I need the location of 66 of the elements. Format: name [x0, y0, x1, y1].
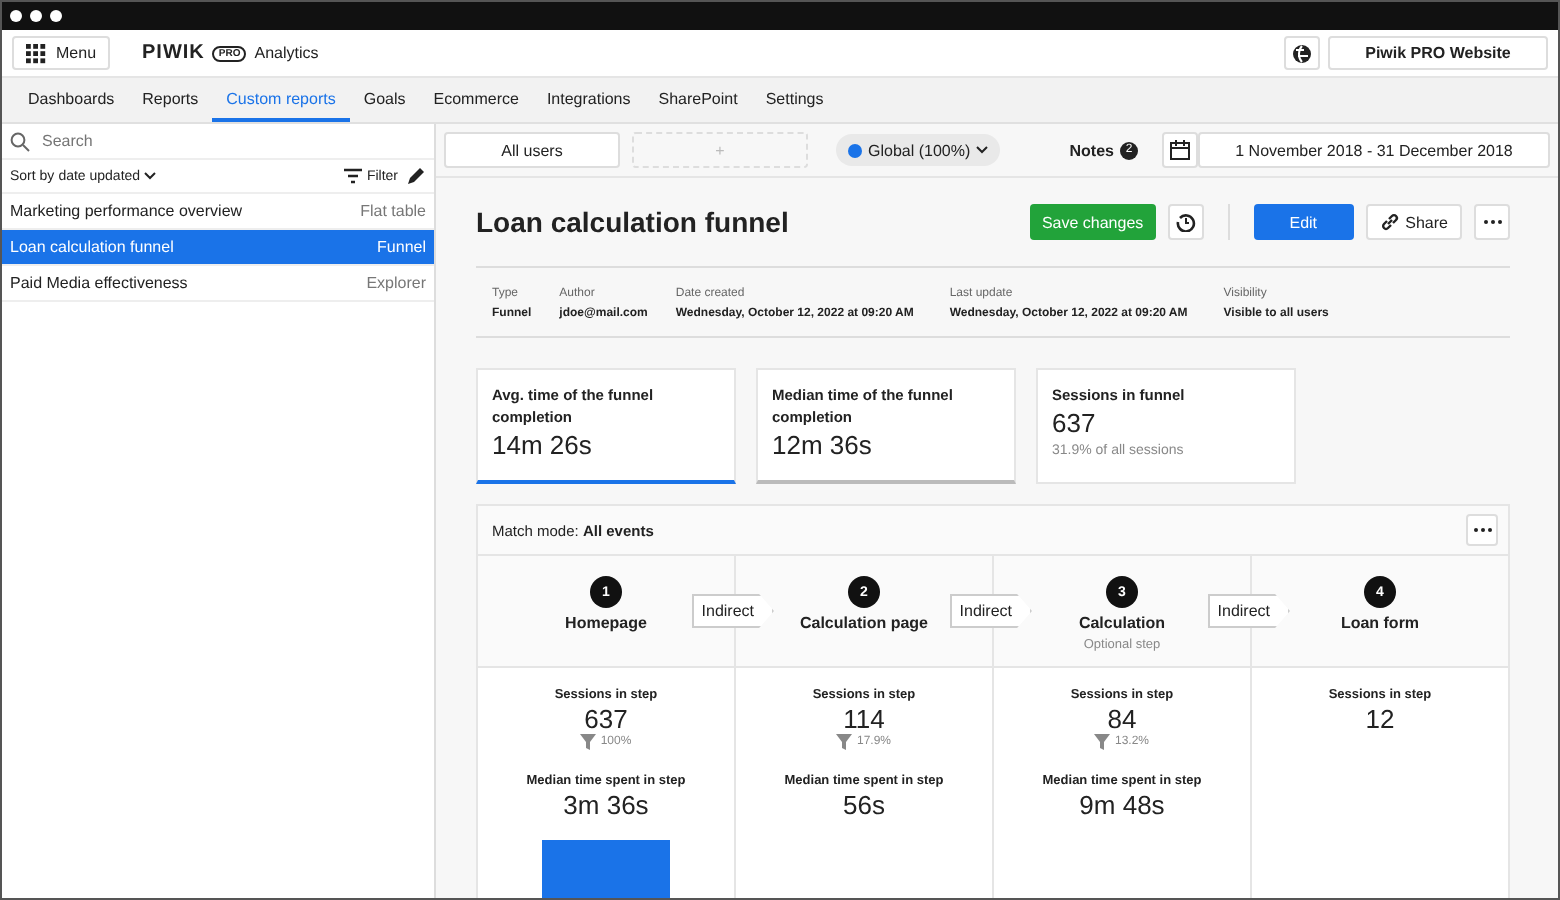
website-globe-button[interactable]: [1284, 36, 1320, 70]
nav-tab[interactable]: Dashboards: [14, 78, 129, 122]
nav-tab[interactable]: Goals: [349, 78, 420, 122]
caret-icon: [144, 172, 157, 180]
step-connector-tag: Indirect: [949, 594, 1032, 628]
sessions-value: 84: [1107, 704, 1137, 734]
report-name: Paid Media effectiveness: [10, 274, 188, 292]
report-type: Funnel: [377, 238, 426, 256]
website-selector[interactable]: Piwik PRO Website: [1328, 36, 1548, 70]
metric-value: 12m 36s: [772, 430, 874, 460]
sessions-bar: [542, 840, 670, 898]
window-dot: [10, 10, 22, 22]
grid-icon: [26, 43, 46, 63]
notes-label[interactable]: Notes: [1069, 141, 1114, 159]
window-dot: [30, 10, 42, 22]
history-icon: [1175, 212, 1196, 232]
more-options-button[interactable]: [1474, 204, 1510, 240]
step-name: Loan form: [1340, 614, 1420, 632]
globe-icon: [1292, 43, 1312, 63]
step-name: Calculation page: [799, 614, 928, 632]
calendar-button[interactable]: [1162, 132, 1198, 168]
report-list-item[interactable]: Loan calculation funnel Funnel: [2, 230, 434, 266]
metric-value: 14m 26s: [492, 430, 594, 460]
nav-tab[interactable]: Ecommerce: [419, 78, 533, 122]
report-type: Flat table: [360, 202, 426, 220]
step-name: Calculation: [1078, 614, 1166, 632]
sessions-value: 637: [584, 704, 628, 734]
report-type: Explorer: [366, 274, 426, 292]
time-value: 56s: [843, 790, 885, 820]
report-name: Loan calculation funnel: [10, 238, 174, 256]
logo-text: PIWIK: [142, 42, 205, 64]
time-value: 9m 48s: [1079, 790, 1165, 820]
filter-icon: [344, 168, 363, 184]
step-name: Homepage: [565, 614, 647, 632]
link-icon: [1379, 212, 1400, 232]
sessions-value: 114: [843, 704, 885, 734]
metric-value: 637: [1052, 408, 1098, 438]
calendar-icon: [1170, 140, 1190, 160]
sampling-dropdown[interactable]: Global (100%): [836, 134, 1001, 166]
menu-button[interactable]: Menu: [12, 36, 111, 70]
pencil-icon[interactable]: [406, 166, 426, 186]
time-value: 3m 36s: [563, 790, 649, 820]
nav-tab[interactable]: Integrations: [532, 78, 645, 122]
funnel-icon: [1094, 734, 1111, 750]
report-list-item[interactable]: Paid Media effectiveness Explorer: [2, 266, 434, 302]
history-button[interactable]: [1167, 204, 1204, 240]
step-connector-tag: Indirect: [691, 594, 774, 628]
segment-button[interactable]: All users: [444, 132, 620, 168]
search-icon: [10, 131, 30, 151]
date-range-picker[interactable]: 1 November 2018 - 31 December 2018: [1198, 132, 1550, 168]
nav-tab[interactable]: Reports: [128, 78, 213, 122]
step-connector-tag: Indirect: [1207, 594, 1290, 628]
window-dot: [50, 10, 62, 22]
product-name: Analytics: [254, 44, 319, 62]
funnel-icon: [836, 734, 853, 750]
more-options-button[interactable]: [1466, 514, 1498, 546]
report-title: Loan calculation funnel: [476, 206, 789, 238]
edit-button[interactable]: Edit: [1253, 204, 1354, 240]
nav-tab[interactable]: SharePoint: [644, 78, 752, 122]
funnel-icon: [580, 734, 597, 750]
sessions-value: 12: [1365, 704, 1395, 734]
share-button[interactable]: Share: [1365, 204, 1462, 240]
report-name: Marketing performance overview: [10, 202, 243, 220]
search-field[interactable]: Search: [38, 130, 406, 152]
caret-icon: [976, 146, 989, 154]
nav-tab[interactable]: Settings: [751, 78, 838, 122]
